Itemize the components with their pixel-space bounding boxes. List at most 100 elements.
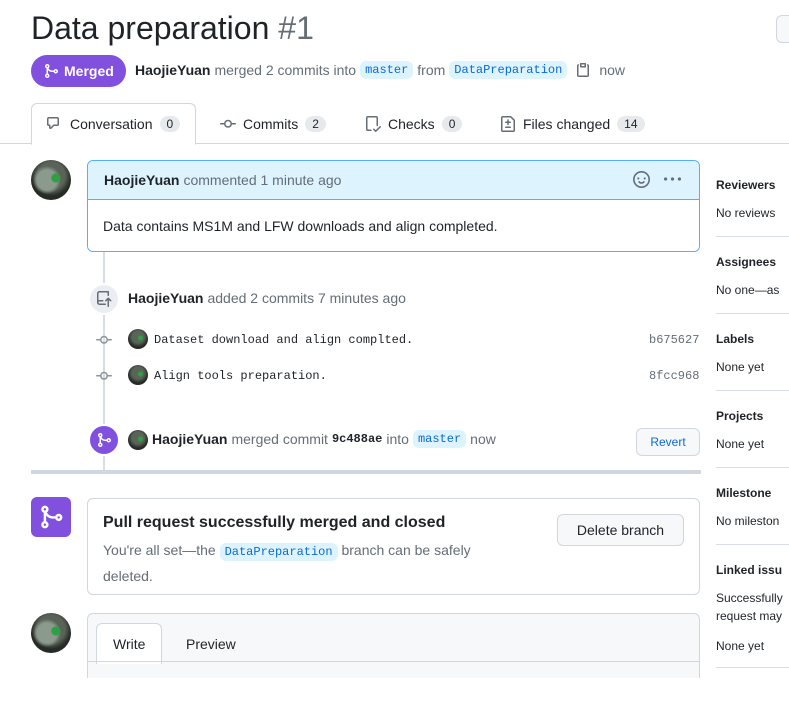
merged-state-icon (31, 497, 71, 537)
pr-title: Data preparation (31, 10, 270, 46)
comment-box: HaojieYuan commented 1 minute ago Data c… (87, 160, 700, 252)
event-text: merged commit (231, 431, 328, 447)
page-bottom (0, 678, 789, 707)
comment-body: Data contains MS1M and LFW downloads and… (88, 200, 699, 251)
sidebar-projects[interactable]: Projects None yet (716, 409, 789, 453)
sidebar-heading: Milestone (716, 486, 772, 500)
sidebar-value: None yet (716, 437, 765, 451)
pr-meta: HaojieYuan merged 2 commits into master … (135, 61, 625, 79)
sidebar-divider (716, 544, 789, 545)
avatar[interactable] (31, 613, 71, 653)
timeline-divider (31, 470, 701, 474)
comment-discussion-icon (47, 117, 59, 129)
tab-label: Conversation (70, 116, 153, 132)
tab-label: Commits (243, 115, 299, 132)
base-branch[interactable]: master (360, 61, 414, 79)
tab-conversation[interactable]: Conversation 0 (31, 103, 197, 145)
head-branch[interactable]: DataPreparation (219, 543, 338, 561)
sidebar-divider (716, 390, 789, 391)
sidebar-heading: Linked issu (716, 563, 783, 577)
revert-button[interactable]: Revert (636, 428, 700, 456)
commits-event: HaojieYuan added 2 commits 7 minutes ago (128, 290, 406, 306)
comment-action: commented 1 minute ago (183, 172, 342, 188)
tab-write[interactable]: Write (96, 623, 163, 664)
file-diff-icon (501, 115, 515, 132)
sidebar-milestone[interactable]: Milestone No mileston (716, 486, 789, 530)
repo-push-badge (88, 283, 120, 315)
tab-files-changed[interactable]: Files changed 14 (500, 103, 645, 144)
copy-icon[interactable] (575, 62, 591, 78)
git-commit-icon (96, 335, 112, 344)
tab-label: Checks (388, 115, 435, 132)
sidebar-reviewers[interactable]: Reviewers No reviews (716, 178, 789, 222)
comment-header: HaojieYuan commented 1 minute ago (88, 161, 699, 200)
status-badge: Merged (31, 55, 126, 87)
from-text: from (417, 62, 446, 78)
commit-message-link[interactable]: Align tools preparation. (154, 369, 327, 383)
tab-commits[interactable]: Commits 2 (220, 103, 326, 144)
commit-sha-link[interactable]: 8fcc968 (649, 369, 699, 383)
commit-sha-link[interactable]: b675627 (649, 333, 699, 347)
edit-button[interactable] (776, 15, 789, 43)
git-merge-icon (41, 505, 63, 529)
tab-label: Files changed (523, 115, 611, 132)
merged-title: Pull request successfully merged and clo… (103, 514, 446, 531)
sidebar-value: No reviews (716, 206, 776, 220)
tab-preview[interactable]: Preview (170, 623, 252, 664)
sidebar-linked-issues[interactable]: Linked issu Successfully request may Non… (716, 563, 789, 655)
avatar[interactable] (128, 329, 148, 349)
merged-text: merged 2 commits into (214, 62, 357, 78)
editor-tab-border (87, 661, 700, 662)
pr-number: #1 (278, 10, 314, 46)
sidebar-heading: Reviewers (716, 178, 776, 192)
event-author[interactable]: HaojieYuan (128, 290, 203, 306)
tab-counter: 0 (159, 116, 181, 132)
sidebar-assignees[interactable]: Assignees No one—as (716, 255, 789, 299)
sidebar-divider (716, 667, 789, 668)
sidebar-value: None yet (716, 360, 765, 374)
sidebar-labels[interactable]: Labels None yet (716, 332, 789, 376)
comment-editor: Write Preview (87, 613, 700, 683)
tab-checks[interactable]: Checks 0 (365, 103, 463, 144)
merge-time: now (599, 62, 626, 78)
status-label: Merged (64, 63, 114, 79)
smiley-icon[interactable] (633, 171, 650, 188)
git-merge-icon (98, 433, 112, 447)
tab-counter: 14 (617, 115, 645, 132)
event-text: added 2 commits 7 minutes ago (207, 290, 406, 306)
commit-message-link[interactable]: Dataset download and align complted. (154, 333, 413, 347)
repo-push-icon (97, 291, 112, 307)
git-commit-icon (220, 119, 236, 128)
sidebar-divider (716, 236, 789, 237)
sidebar-value-line: request may (716, 609, 783, 623)
sidebar-value: None yet (716, 639, 765, 653)
event-author[interactable]: HaojieYuan (152, 431, 227, 447)
merge-badge (88, 424, 120, 456)
avatar[interactable] (128, 430, 148, 450)
head-branch[interactable]: DataPreparation (449, 61, 568, 79)
sidebar-value: No mileston (716, 514, 780, 528)
sidebar-divider (716, 313, 789, 314)
merge-event: HaojieYuan merged commit 9c488ae into ma… (152, 430, 496, 448)
sidebar-heading: Projects (716, 409, 764, 423)
sidebar-value: Successfully request may (716, 589, 789, 625)
sidebar-value-line: Successfully (716, 591, 783, 605)
avatar[interactable] (31, 160, 71, 200)
comment-author[interactable]: HaojieYuan (104, 172, 179, 188)
desc-before: You're all set—the (103, 542, 216, 558)
author-link[interactable]: HaojieYuan (135, 62, 210, 78)
merge-commit-sha[interactable]: 9c488ae (332, 432, 382, 446)
tab-counter: 2 (305, 115, 326, 132)
delete-branch-button[interactable]: Delete branch (557, 514, 684, 546)
page-title: Data preparation #1 (31, 8, 314, 48)
kebab-menu-icon[interactable] (664, 171, 681, 188)
sidebar-heading: Assignees (716, 255, 777, 269)
base-branch[interactable]: master (412, 430, 467, 448)
checklist-icon (366, 115, 381, 132)
tab-counter: 0 (441, 115, 463, 132)
merge-time: now (470, 431, 496, 447)
sidebar-divider (716, 467, 789, 468)
avatar[interactable] (128, 365, 148, 385)
into-text: into (386, 431, 409, 447)
sidebar-value: No one—as (716, 283, 780, 297)
